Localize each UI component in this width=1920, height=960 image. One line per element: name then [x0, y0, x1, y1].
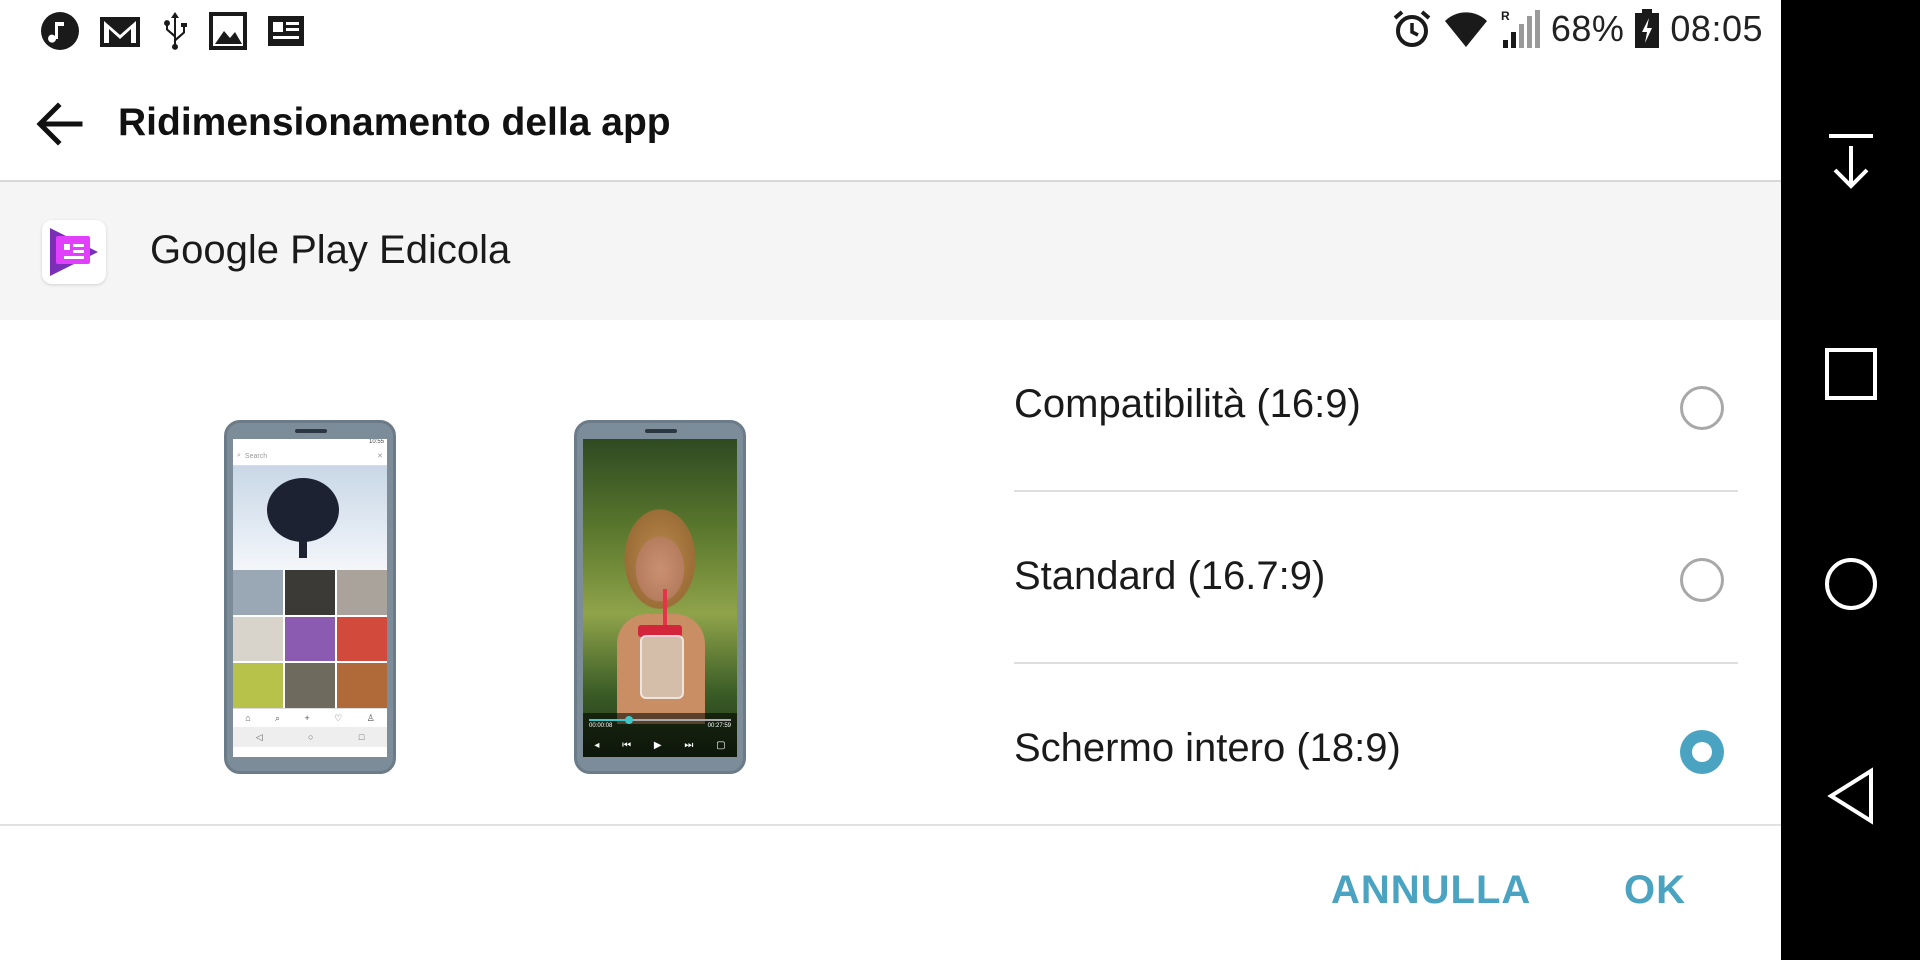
recents-icon: □ [358, 732, 365, 742]
home-icon: ⌂ [245, 713, 251, 723]
battery-percent: 68% [1550, 8, 1625, 49]
heart-icon: ♡ [334, 712, 343, 723]
home-icon[interactable] [1815, 548, 1887, 620]
video-progress-fill [589, 719, 629, 721]
option-label: Compatibilità (16:9) [1014, 382, 1361, 426]
phone-speaker [645, 429, 677, 433]
person-icon: ♙ [366, 712, 375, 723]
ok-button[interactable]: OK [1624, 868, 1686, 913]
photo-thumb [285, 570, 335, 615]
preview-bottom-nav: ⌂ ⌕ + ♡ ♙ [233, 708, 387, 727]
photo-thumb [233, 663, 283, 708]
news-icon [266, 13, 306, 49]
fast-forward-icon: ⏭ [684, 740, 694, 751]
volume-icon: ◂ [594, 740, 600, 751]
add-icon: + [304, 713, 310, 723]
home-icon: ○ [308, 732, 314, 742]
status-bar: R 68% 08:05 [0, 0, 1781, 64]
roaming-mark: R [1501, 9, 1510, 23]
close-icon: ✕ [377, 453, 383, 460]
option-label: Standard (16.7:9) [1014, 554, 1326, 598]
notification-pull-icon[interactable] [1815, 126, 1887, 198]
tree-canopy [267, 478, 339, 542]
video-progress-knob [624, 716, 633, 724]
photo-thumb [233, 616, 283, 662]
preview-phone-video: 00:00:08 00:27:59 ◂ ⏮ ▶ ⏭ ▢ [574, 420, 746, 774]
signal-icon: R [1499, 8, 1541, 50]
straw [663, 589, 667, 629]
photo-thumb [337, 616, 387, 662]
play-icon: ▶ [653, 740, 662, 751]
option-compatibility[interactable]: Compatibilità (16:9) [1014, 320, 1738, 490]
jar [640, 635, 684, 699]
preview-search-bar: ⌕ Search ✕ [233, 447, 387, 466]
video-controls: 00:00:08 00:27:59 ◂ ⏮ ▶ ⏭ ▢ [583, 713, 737, 757]
cancel-button[interactable]: ANNULLA [1331, 868, 1531, 913]
play-newsstand-icon [42, 220, 106, 284]
photo-thumb [285, 616, 335, 662]
back-icon: ◁ [255, 731, 263, 742]
wifi-icon [1443, 9, 1489, 49]
video-total: 00:27:59 [707, 723, 731, 729]
preview-search-placeholder: Search [244, 452, 268, 460]
battery-icon [1634, 9, 1660, 49]
rewind-icon: ⏮ [622, 740, 632, 751]
preview-system-nav: ◁ ○ □ [233, 727, 387, 747]
navigation-bar [1781, 0, 1920, 960]
page-title: Ridimensionamento della app [118, 101, 671, 144]
preview-hero-image [233, 466, 387, 570]
search-icon: ⌕ [237, 452, 241, 459]
option-standard[interactable]: Standard (16.7:9) [1014, 492, 1738, 662]
preview-clock: 10:55 [368, 439, 384, 445]
music-note-icon [40, 11, 80, 51]
photo-thumb [233, 570, 283, 615]
preview-phone-gallery: 10:55 ⌕ Search ✕ ⌂ ⌕ + ♡ ♙ ◁ ○ □ [224, 420, 396, 774]
clock: 08:05 [1670, 8, 1763, 49]
preview-screen: 10:55 ⌕ Search ✕ ⌂ ⌕ + ♡ ♙ ◁ ○ □ [233, 439, 387, 757]
preview-screen: 00:00:08 00:27:59 ◂ ⏮ ▶ ⏭ ▢ [583, 439, 737, 757]
app-header: Google Play Edicola [0, 182, 1781, 320]
photo-thumb [337, 570, 387, 615]
option-full-screen[interactable]: Schermo intero (18:9) [1014, 664, 1738, 834]
back-arrow-icon[interactable] [28, 92, 92, 156]
radio-button[interactable] [1680, 558, 1724, 602]
image-icon [208, 11, 248, 51]
photo-thumb [337, 663, 387, 708]
app-name: Google Play Edicola [150, 228, 511, 272]
footer-divider [0, 824, 1781, 826]
gmail-icon [98, 13, 142, 49]
alarm-icon [1391, 8, 1433, 50]
tree-trunk [299, 536, 307, 558]
option-label: Schermo intero (18:9) [1014, 726, 1401, 770]
video-elapsed: 00:00:08 [589, 723, 613, 729]
photo-thumb [285, 663, 335, 708]
recents-icon[interactable] [1815, 338, 1887, 410]
search-icon: ⌕ [275, 712, 281, 723]
app-bar: Ridimensionamento della app [0, 64, 1781, 182]
radio-button[interactable] [1680, 730, 1724, 774]
usb-icon [160, 10, 190, 52]
back-icon[interactable] [1815, 760, 1887, 832]
preview-photo-grid [233, 570, 387, 708]
phone-speaker [295, 429, 327, 433]
video-buttons: ◂ ⏮ ▶ ⏭ ▢ [583, 740, 737, 751]
lock-icon: ▢ [716, 740, 726, 751]
radio-button[interactable] [1680, 386, 1724, 430]
